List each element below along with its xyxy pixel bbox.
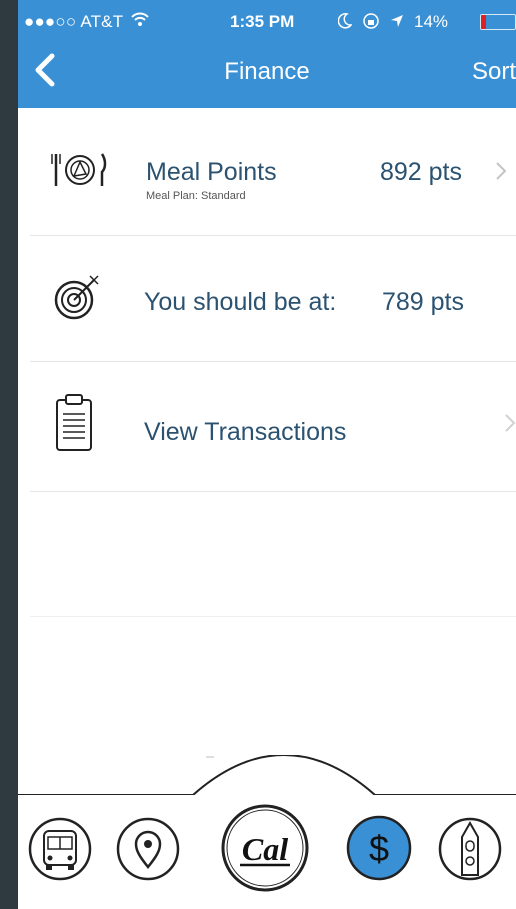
phone-screen: ●●●○○ AT&T 1:35 PM 14% Finance Sort Meal… (18, 0, 516, 909)
tab-map[interactable] (116, 817, 180, 886)
list-item-target: You should be at: 789 pts (18, 236, 516, 362)
battery-fill (481, 15, 486, 29)
carrier-label: ●●●○○ AT&T (24, 12, 124, 31)
dollar-icon: $ (346, 815, 412, 881)
page-title: Finance (224, 58, 310, 85)
cal-logo-text: Cal (242, 831, 288, 867)
cal-logo-icon: Cal (221, 804, 309, 892)
location-pin-icon (116, 817, 180, 881)
meal-plan-subtitle: Meal Plan: Standard (146, 190, 246, 202)
bus-icon (28, 817, 92, 881)
meal-points-title: Meal Points (146, 158, 277, 186)
target-value: 789 pts (382, 288, 465, 316)
header-bar: ●●●○○ AT&T 1:35 PM 14% Finance Sort (18, 0, 516, 108)
tab-bar: Cal $ (18, 795, 516, 909)
lock-rotation-icon (362, 12, 380, 35)
battery-icon (480, 14, 516, 30)
view-transactions-title: View Transactions (144, 418, 347, 446)
chevron-right-icon (494, 160, 508, 189)
battery-percent: 14% (414, 12, 449, 31)
dollar-sign-text: $ (369, 828, 389, 869)
tab-bus[interactable] (28, 817, 92, 886)
target-title: You should be at: (144, 288, 337, 316)
status-bar: ●●●○○ AT&T 1:35 PM 14% (18, 0, 516, 42)
campanile-tower-icon (438, 817, 502, 881)
meal-plate-icon (50, 150, 110, 195)
clipboard-icon (54, 392, 94, 459)
row-divider (30, 491, 516, 492)
sort-button[interactable]: Sort (472, 58, 516, 86)
tab-finance[interactable]: $ (346, 815, 412, 886)
location-arrow-icon (390, 13, 404, 33)
clock: 1:35 PM (230, 12, 295, 31)
list-item-view-transactions[interactable]: View Transactions (18, 362, 516, 492)
chevron-right-icon (504, 412, 516, 441)
tab-home[interactable]: Cal (220, 803, 310, 898)
wifi-icon (130, 10, 150, 33)
empty-row-divider (30, 616, 516, 617)
tab-campus[interactable] (438, 817, 502, 886)
moon-icon (337, 13, 353, 34)
meal-points-value: 892 pts (380, 158, 463, 186)
target-icon (52, 272, 102, 327)
list-item-meal-points[interactable]: Meal Points Meal Plan: Standard 892 pts (18, 108, 516, 236)
